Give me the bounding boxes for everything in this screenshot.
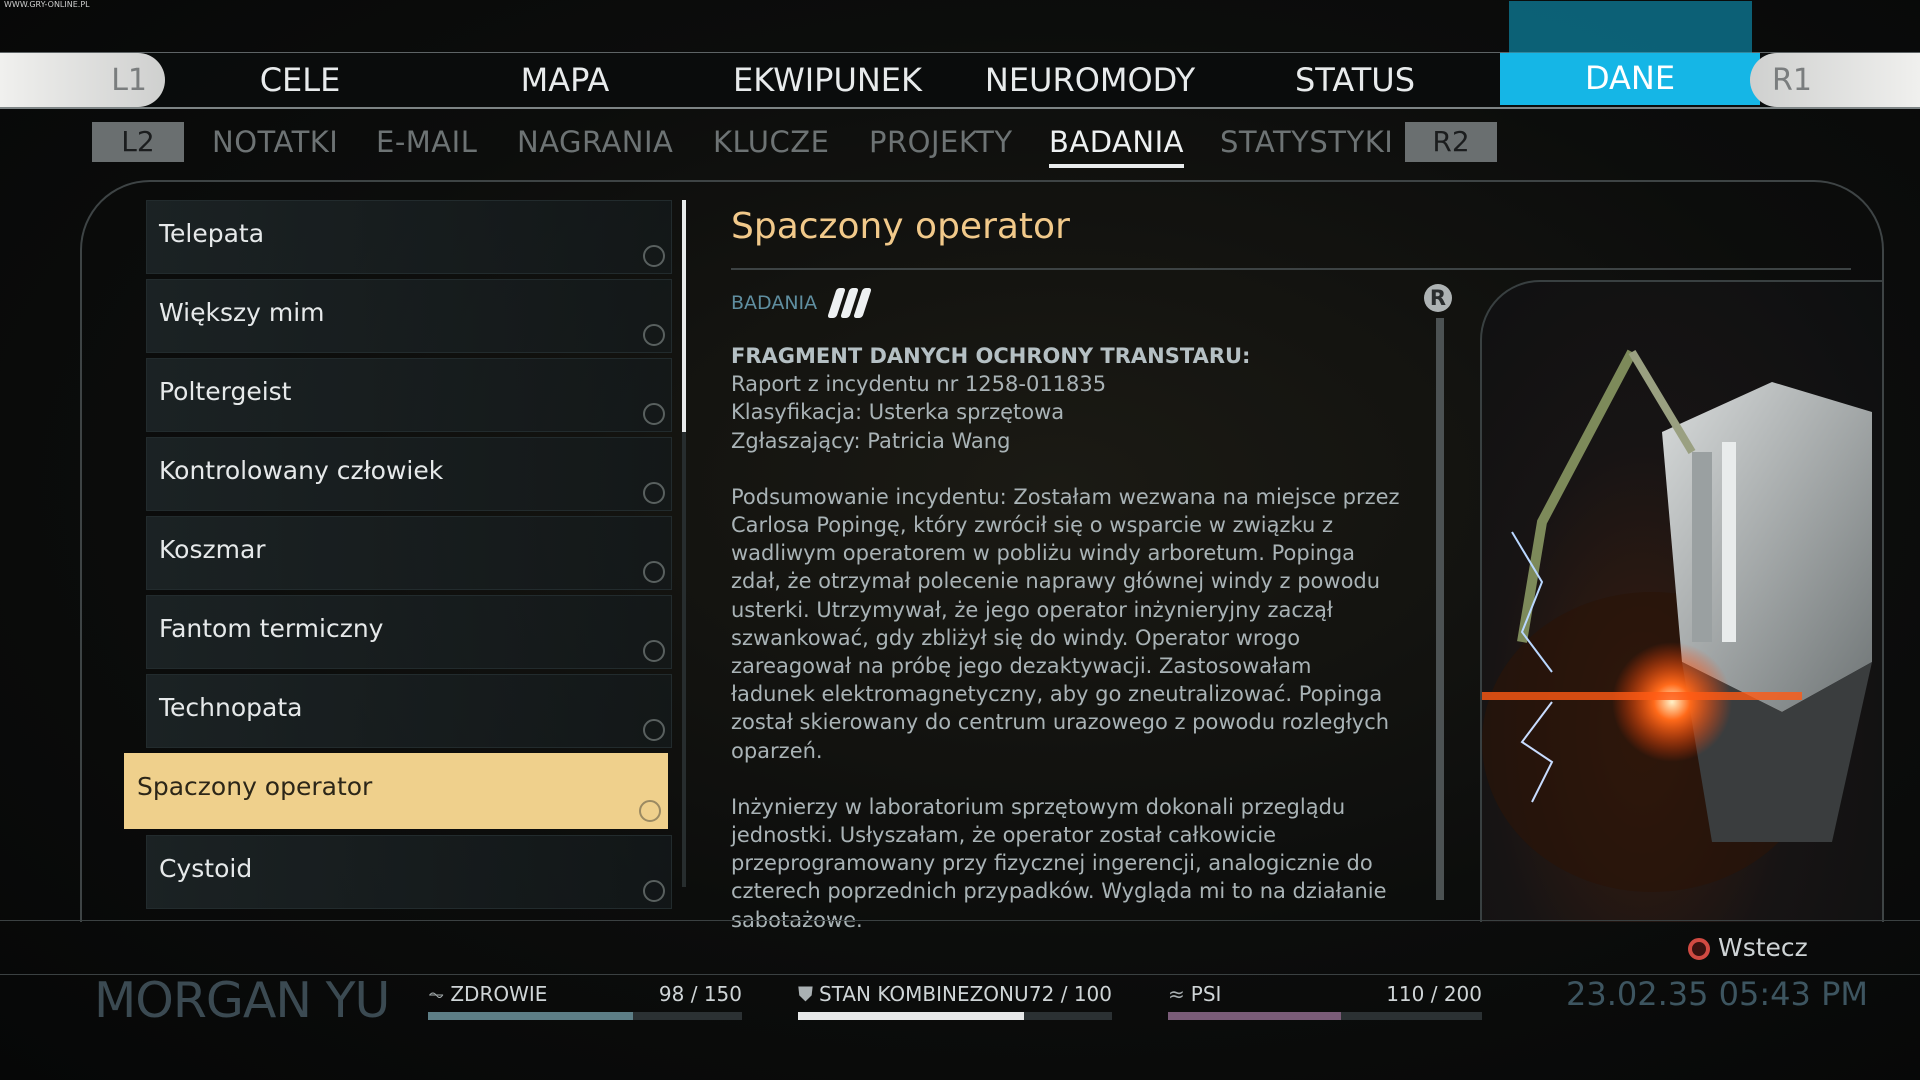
subtab-notatki[interactable]: NOTATKI [212, 122, 338, 162]
list-item-label: Fantom termiczny [159, 614, 384, 643]
status-circle-icon [643, 482, 665, 504]
health-stat: ⏦ ZDROWIE 98 / 150 [428, 982, 742, 1020]
list-item-label: Spaczony operator [137, 772, 373, 801]
back-label: Wstecz [1718, 933, 1808, 962]
shield-icon: ⛊ [798, 982, 813, 1006]
list-item[interactable]: Technopata [146, 674, 672, 748]
psi-icon: ≈ [1168, 982, 1185, 1006]
health-value: 98 / 150 [658, 982, 742, 1006]
r1-label: R1 [1772, 63, 1812, 98]
list-item-label: Kontrolowany człowiek [159, 456, 444, 485]
sub-nav: L2 NOTATKI E-MAIL NAGRANIA KLUCZE PROJEK… [0, 122, 1920, 168]
list-item-label: Poltergeist [159, 377, 292, 406]
list-item-label: Cystoid [159, 854, 253, 883]
tab-dane[interactable]: DANE [1500, 53, 1760, 105]
status-circle-icon [639, 800, 661, 822]
subtab-klucze[interactable]: KLUCZE [713, 122, 829, 162]
list-item-label: Telepata [159, 219, 265, 248]
list-item[interactable]: Telepata [146, 200, 672, 274]
r-stick-icon[interactable]: R [1424, 284, 1452, 312]
operator-illustration [1482, 349, 1872, 892]
paragraph: Inżynierzy w laboratorium sprzętowym dok… [731, 794, 1387, 932]
status-circle-icon [643, 880, 665, 902]
category-label: BADANIA [731, 292, 818, 314]
list-item-label: Technopata [159, 693, 303, 722]
detail-title: Spaczony operator [731, 206, 1070, 247]
detail-body: FRAGMENT DANYCH OCHRONY TRANSTARU: Rapor… [731, 342, 1401, 962]
list-scrollbar-track[interactable] [682, 432, 686, 887]
meta-line: Raport z incydentu nr 1258-011835 [731, 372, 1107, 397]
enemy-image [1480, 280, 1882, 922]
list-item[interactable]: Cystoid [146, 835, 672, 909]
suit-value: 72 / 100 [1028, 982, 1112, 1006]
player-name: MORGAN YU [94, 972, 390, 1029]
list-item[interactable]: Poltergeist [146, 358, 672, 432]
health-label: ZDROWIE [450, 982, 548, 1006]
list-item-label: Większy mim [159, 298, 325, 327]
subtab-statystyki[interactable]: STATYSTYKI [1220, 122, 1393, 162]
back-button[interactable]: Wstecz [1688, 930, 1808, 966]
meta-line: Klasyfikacja: Usterka sprzętowa [731, 400, 1065, 425]
status-circle-icon [643, 561, 665, 583]
title-divider [731, 268, 1851, 270]
tab-status[interactable]: STATUS [1280, 53, 1430, 107]
subtab-nagrania[interactable]: NAGRANIA [517, 122, 673, 162]
l1-button[interactable]: L1 [0, 53, 165, 107]
status-circle-icon [643, 719, 665, 741]
list-item[interactable]: Koszmar [146, 516, 672, 590]
list-item-selected[interactable]: Spaczony operator [124, 753, 668, 829]
l2-button[interactable]: L2 [92, 122, 184, 162]
active-tab-glow [1509, 1, 1752, 53]
tab-neuromody[interactable]: NEUROMODY [980, 53, 1200, 107]
psi-label: PSI [1190, 982, 1222, 1006]
suit-label: STAN KOMBINEZONU [819, 982, 1029, 1006]
list-item-label: Koszmar [159, 535, 266, 564]
psi-bar [1168, 1012, 1482, 1020]
psi-stat: ≈ PSI 110 / 200 [1168, 982, 1482, 1020]
r1-button[interactable]: R1 [1750, 53, 1920, 107]
research-level-icon [827, 288, 872, 322]
watermark: WWW.GRY-ONLINE.PL [4, 0, 90, 9]
main-nav: L1 CELE MAPA EKWIPUNEK NEUROMODY STATUS … [0, 1, 1920, 109]
psi-value: 110 / 200 [1386, 982, 1482, 1006]
subtab-projekty[interactable]: PROJEKTY [869, 122, 1013, 162]
status-circle-icon [643, 640, 665, 662]
circle-button-icon [1688, 938, 1710, 960]
suit-stat: ⛊ STAN KOMBINEZONU 72 / 100 [798, 982, 1112, 1020]
list-item[interactable]: Większy mim [146, 279, 672, 353]
tab-cele[interactable]: CELE [240, 53, 360, 107]
tab-mapa[interactable]: MAPA [500, 53, 630, 107]
datetime: 23.02.35 05:43 PM [1566, 975, 1868, 1013]
subtab-badania[interactable]: BADANIA [1049, 122, 1184, 168]
r2-button[interactable]: R2 [1405, 122, 1497, 162]
status-circle-icon [643, 245, 665, 267]
status-circle-icon [643, 403, 665, 425]
paragraph: Podsumowanie incydentu: Zostałam wezwana… [731, 484, 1400, 763]
tab-ekwipunek[interactable]: EKWIPUNEK [730, 53, 925, 107]
footer-divider [0, 920, 1920, 921]
subtab-email[interactable]: E-MAIL [376, 122, 477, 162]
status-circle-icon [643, 324, 665, 346]
research-list: Telepata Większy mim Poltergeist Kontrol… [124, 200, 672, 914]
health-bar [428, 1012, 742, 1020]
heartbeat-icon: ⏦ [428, 982, 445, 1006]
suit-bar [798, 1012, 1112, 1020]
list-item[interactable]: Fantom termiczny [146, 595, 672, 669]
meta-line: Zgłaszający: Patricia Wang [731, 428, 1011, 453]
text-scrollbar[interactable] [1436, 318, 1444, 900]
list-scrollbar-thumb[interactable] [682, 200, 686, 432]
detail-heading: FRAGMENT DANYCH OCHRONY TRANSTARU: [731, 344, 1251, 368]
list-item[interactable]: Kontrolowany człowiek [146, 437, 672, 511]
l1-label: L1 [111, 63, 147, 98]
